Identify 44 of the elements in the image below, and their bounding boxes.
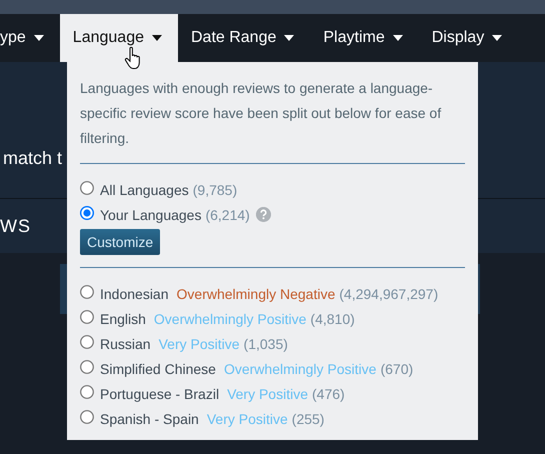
filter-tab[interactable]: Language (60, 14, 178, 62)
filter-tab[interactable]: Display (418, 14, 518, 62)
language-label: Spanish - Spain (100, 410, 199, 426)
radio-button[interactable] (80, 334, 94, 348)
radio-button[interactable] (80, 206, 94, 220)
rating-label: Overwhelmingly Negative (176, 286, 336, 302)
dropdown-description: Languages with enough reviews to generate a language-specific review score have been split out below for ease of filtering. (80, 79, 442, 148)
review-count: (255) (292, 410, 324, 426)
caret-icon (284, 35, 294, 41)
language-label: English (100, 310, 146, 326)
radio-button[interactable] (80, 310, 94, 324)
rating-label: Overwhelmingly Positive (154, 310, 306, 326)
caret-icon (152, 35, 162, 41)
review-count: (6,214) (205, 206, 250, 222)
radio-button[interactable] (80, 384, 94, 398)
review-count: (4,294,967,297) (339, 286, 438, 302)
rating-label: Very Positive (158, 336, 240, 352)
radio-button[interactable] (80, 284, 94, 298)
radio-button[interactable] (80, 360, 94, 374)
rating-label: Overwhelmingly Positive (224, 360, 376, 376)
language-label: Portuguese - Brazil (100, 386, 220, 402)
section-heading: WS (0, 216, 31, 236)
review-count: (1,035) (244, 336, 288, 352)
review-count: (9,785) (192, 182, 238, 198)
option-label: Your Languages (100, 206, 202, 222)
rating-label: Very Positive (227, 386, 308, 402)
caret-icon (392, 35, 403, 41)
caret-icon (492, 35, 502, 41)
language-label: Russian (100, 336, 151, 352)
radio-button[interactable] (80, 180, 94, 194)
caret-icon (34, 35, 44, 41)
filter-tab[interactable]: ype (0, 14, 60, 62)
review-count: (476) (312, 386, 345, 402)
review-count: (670) (380, 360, 414, 376)
language-label: Simplified Chinese (100, 360, 216, 376)
filter-summary-text: match t (3, 148, 62, 169)
customize-button[interactable]: Customize (80, 229, 160, 255)
rating-label: Very Positive (206, 410, 288, 426)
language-label: Indonesian (100, 286, 169, 302)
radio-button[interactable] (80, 410, 94, 424)
review-count: (4,810) (310, 310, 355, 326)
filter-tab[interactable]: Playtime (310, 14, 419, 62)
filter-tab[interactable]: Date Range (178, 14, 310, 62)
option-label: All Languages (100, 182, 189, 198)
